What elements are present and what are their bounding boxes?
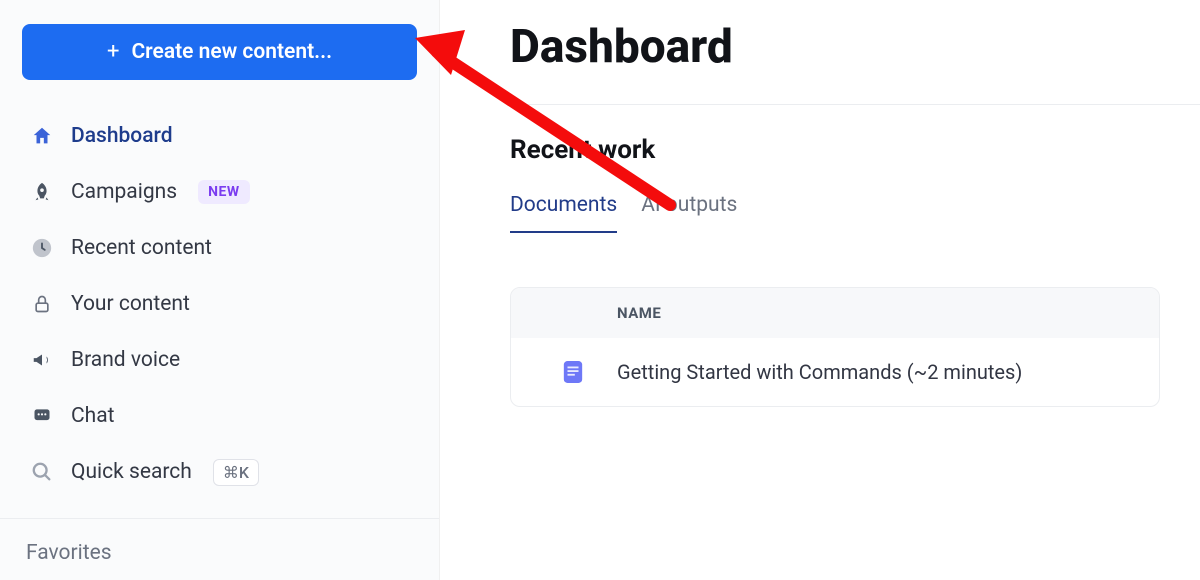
sidebar: + Create new content... Dashboard Campai… xyxy=(0,0,440,580)
home-icon xyxy=(28,122,56,150)
tabs: Documents AI outputs xyxy=(510,193,1160,233)
sidebar-item-campaigns[interactable]: Campaigns NEW xyxy=(22,166,417,218)
sidebar-item-label: Brand voice xyxy=(71,348,180,372)
new-badge: NEW xyxy=(198,180,250,204)
sidebar-item-label: Campaigns xyxy=(71,180,177,204)
sidebar-item-brand-voice[interactable]: Brand voice xyxy=(22,334,417,386)
sidebar-nav: Dashboard Campaigns NEW Recent content Y… xyxy=(22,110,417,498)
sidebar-item-label: Chat xyxy=(71,404,115,428)
sidebar-item-chat[interactable]: Chat xyxy=(22,390,417,442)
sidebar-item-your-content[interactable]: Your content xyxy=(22,278,417,330)
table-row[interactable]: Getting Started with Commands (~2 minute… xyxy=(511,338,1159,406)
chat-icon xyxy=(28,402,56,430)
document-icon xyxy=(559,358,587,386)
rocket-icon xyxy=(28,178,56,206)
plus-icon: + xyxy=(107,41,119,63)
sidebar-item-dashboard[interactable]: Dashboard xyxy=(22,110,417,162)
document-name: Getting Started with Commands (~2 minute… xyxy=(617,360,1022,384)
create-new-content-button[interactable]: + Create new content... xyxy=(22,24,417,80)
recent-work-title: Recent work xyxy=(510,135,1160,165)
lock-icon xyxy=(28,290,56,318)
clock-icon xyxy=(28,234,56,262)
divider xyxy=(510,104,1200,105)
sidebar-item-label: Recent content xyxy=(71,236,212,260)
favorites-section-title: Favorites xyxy=(22,519,417,565)
page-title: Dashboard xyxy=(510,20,1160,74)
tab-ai-outputs[interactable]: AI outputs xyxy=(641,193,737,233)
recent-work-table: NAME Getting Started with Commands (~2 m… xyxy=(510,287,1160,407)
sidebar-item-label: Quick search xyxy=(71,460,192,484)
sidebar-item-label: Your content xyxy=(71,292,190,316)
search-icon xyxy=(28,458,56,486)
sidebar-item-recent-content[interactable]: Recent content xyxy=(22,222,417,274)
sidebar-item-label: Dashboard xyxy=(71,124,173,148)
keyboard-shortcut: ⌘K xyxy=(213,459,259,486)
megaphone-icon xyxy=(28,346,56,374)
main-content: Dashboard Recent work Documents AI outpu… xyxy=(440,0,1200,580)
create-button-label: Create new content... xyxy=(131,40,332,64)
table-header-name: NAME xyxy=(511,288,1159,338)
tab-documents[interactable]: Documents xyxy=(510,193,617,233)
sidebar-item-quick-search[interactable]: Quick search ⌘K xyxy=(22,446,417,498)
